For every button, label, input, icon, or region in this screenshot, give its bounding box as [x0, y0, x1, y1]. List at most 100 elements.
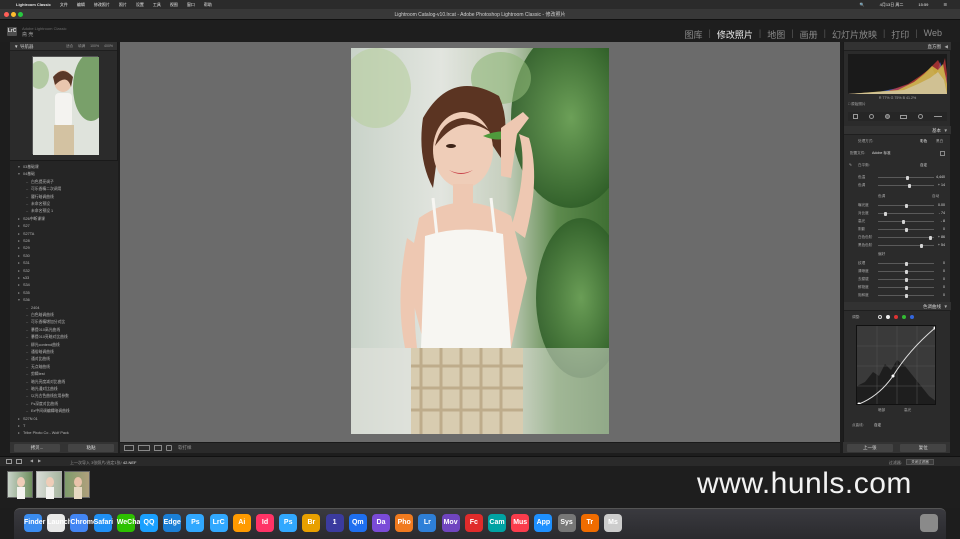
filmstrip-thumb-selected[interactable]	[36, 471, 62, 499]
preset-item[interactable]: – 暴提010亮暗对比曲线	[26, 334, 68, 341]
preset-item[interactable]: – 柳光contend曲线	[26, 342, 60, 349]
slider-knob[interactable]	[883, 211, 887, 216]
preset-item[interactable]: ▸ S31	[18, 260, 30, 267]
preset-item[interactable]: ▸ S27N 01	[18, 416, 38, 423]
preset-item[interactable]: ▸ S28	[18, 238, 30, 245]
menu-view[interactable]: 视图	[170, 2, 178, 8]
preset-item[interactable]: – Fs深度对比曲线	[26, 401, 58, 408]
preset-item[interactable]: ▸ S30	[18, 253, 30, 260]
paste-button[interactable]: 粘贴	[68, 443, 114, 452]
menu-photo[interactable]: 照片	[119, 2, 127, 8]
preset-item[interactable]: ▸ Tribe Photo Co - Wolf Pack	[18, 430, 69, 437]
dock-app-icon[interactable]: Lr	[418, 514, 437, 532]
menu-file[interactable]: 文件	[60, 2, 68, 8]
histogram-graph[interactable]	[848, 54, 947, 94]
spotlight-icon[interactable]: 🔍	[860, 2, 865, 7]
basic-header[interactable]: 基本 ▼	[844, 126, 951, 135]
preset-item[interactable]: – 暴提010高光曲线	[26, 327, 60, 334]
slider-knob[interactable]	[907, 183, 911, 188]
tone-curve-header[interactable]: 色调曲线 ▼	[844, 302, 951, 311]
preset-item[interactable]: – 白色暗调曲线	[26, 312, 54, 319]
preset-item[interactable]: ▸ S32	[18, 268, 30, 275]
menu-app-name[interactable]: Lightroom Classic	[16, 2, 51, 7]
collapse-triangle-icon[interactable]: ▼	[944, 126, 948, 135]
dock-app-icon[interactable]: Fc	[464, 514, 483, 532]
module-map[interactable]: 地图	[767, 28, 785, 41]
preset-item[interactable]: – 可乐香精二次调用	[26, 186, 61, 193]
slider-value[interactable]: 0.00	[938, 202, 945, 209]
slider-knob[interactable]	[902, 219, 906, 224]
curve-blue-icon[interactable]	[910, 315, 914, 319]
zoom-fit[interactable]: 适合	[66, 44, 73, 48]
preset-item[interactable]: – 暗光通对比曲线	[26, 386, 58, 393]
filmstrip-thumb[interactable]	[7, 471, 33, 499]
control-center-icon[interactable]: ☰	[943, 2, 947, 7]
preset-item[interactable]: ▸ T	[18, 423, 25, 430]
slider-value[interactable]: - 8	[941, 218, 945, 225]
previous-button[interactable]: 上一张	[846, 443, 893, 452]
module-web[interactable]: Web	[924, 28, 942, 41]
loupe-view-icon[interactable]	[124, 445, 134, 451]
forward-arrow-icon[interactable]: ▶	[38, 458, 41, 463]
radial-filter-icon[interactable]	[917, 114, 923, 119]
tone-curve-graph[interactable]	[856, 325, 936, 405]
preset-item[interactable]: – 未命名预设 1	[26, 208, 53, 215]
treatment-bw[interactable]: 黑白	[936, 138, 943, 145]
curve-preset-select[interactable]: 自定	[874, 422, 881, 429]
slider-knob[interactable]	[928, 235, 932, 240]
slider-knob[interactable]	[904, 277, 908, 282]
module-develop[interactable]: 修改照片	[717, 28, 753, 41]
before-after-split-icon[interactable]	[154, 445, 162, 451]
collapse-triangle-icon[interactable]: ◀	[945, 42, 948, 51]
navigator-header[interactable]: ▼ 导航器 适合 填满 100% 400%	[10, 42, 117, 51]
slider-knob[interactable]	[904, 261, 908, 266]
preset-item[interactable]: – 通俗暗调曲线	[26, 349, 54, 356]
crop-tool-icon[interactable]	[853, 114, 859, 119]
module-slideshow[interactable]: 幻灯片放映	[832, 28, 877, 41]
dock-app-icon[interactable]: Br	[302, 514, 321, 532]
preset-item[interactable]: –2404	[26, 305, 39, 312]
preset-item[interactable]: ▾ S36	[18, 297, 30, 304]
preset-item[interactable]: – 未命名预设	[26, 201, 50, 208]
dock-app-icon[interactable]: Chrome	[70, 514, 97, 532]
module-library[interactable]: 图库	[685, 28, 703, 41]
dock-app-icon[interactable]: Tr	[580, 514, 599, 532]
dock-app-icon[interactable]: Cam	[488, 514, 506, 532]
collapse-triangle-icon[interactable]: ▼	[14, 42, 18, 51]
dock-app-icon[interactable]: 1	[325, 514, 344, 532]
preset-item[interactable]: – 剪辑test	[26, 371, 45, 378]
slider-value[interactable]: 4,440	[936, 174, 945, 181]
curve-green-icon[interactable]	[902, 315, 906, 319]
preset-item[interactable]: ▸ S34	[18, 282, 30, 289]
spot-removal-icon[interactable]	[868, 114, 874, 119]
dock-app-icon[interactable]: QQ	[140, 514, 158, 532]
dock-app-icon[interactable]: Safari	[93, 514, 113, 532]
dock-app-icon[interactable]: Ms	[604, 514, 622, 532]
preset-item[interactable]: – 暗光亮度减对比曲线	[26, 379, 65, 386]
trash-icon[interactable]	[920, 514, 938, 532]
zoom-400[interactable]: 400%	[104, 44, 113, 48]
back-arrow-icon[interactable]: ◀	[30, 458, 33, 463]
navigator-preview[interactable]	[29, 53, 109, 155]
menu-tools[interactable]: 工具	[153, 2, 161, 8]
slider-value[interactable]: + 14	[938, 182, 945, 189]
dock-app-icon[interactable]: Sys	[557, 514, 576, 532]
slider-knob[interactable]	[919, 243, 923, 248]
filter-select[interactable]: 关闭过滤器	[906, 459, 934, 465]
menu-date[interactable]: 4月13日 周二	[880, 2, 904, 8]
brush-tool-icon[interactable]	[933, 116, 942, 117]
dock-app-icon[interactable]: Mus	[511, 514, 530, 532]
slider-value[interactable]: 0	[943, 276, 945, 283]
wb-eyedropper-icon[interactable]: ✎	[849, 162, 852, 169]
dock-app-icon[interactable]: LrC	[209, 514, 228, 532]
red-eye-icon[interactable]	[884, 114, 890, 119]
dock-app-icon[interactable]: Ps	[279, 514, 298, 532]
slider-value[interactable]: - 74	[939, 210, 945, 217]
slider-value[interactable]: + 86	[938, 234, 945, 241]
original-photo-toggle[interactable]: □ 原始照片	[848, 101, 947, 108]
preset-item[interactable]: – 以光古色曲线应用参数	[26, 393, 69, 400]
graduated-filter-icon[interactable]	[900, 114, 908, 119]
dock-app-icon[interactable]: Launchpad	[47, 514, 85, 532]
slider-value[interactable]: 0	[943, 260, 945, 267]
dock-app-icon[interactable]: WeChat	[116, 514, 143, 532]
